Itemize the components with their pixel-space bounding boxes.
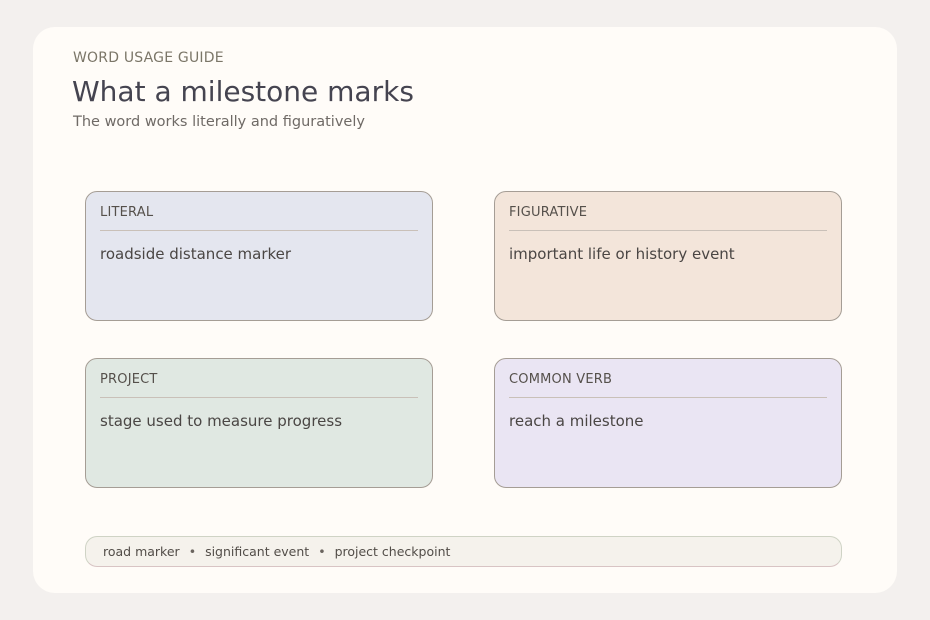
panel-label: FIGURATIVE — [509, 205, 588, 220]
separator-dot: • — [318, 544, 326, 559]
page-title: What a milestone marks — [72, 75, 414, 108]
panel-literal: LITERAL roadside distance marker — [85, 191, 433, 321]
panel-label: PROJECT — [100, 372, 158, 387]
panel-figurative: FIGURATIVE important life or history eve… — [494, 191, 842, 321]
panel-divider — [100, 397, 418, 398]
summary-item: project checkpoint — [334, 544, 451, 559]
panel-text: reach a milestone — [509, 412, 644, 430]
panel-text: stage used to measure progress — [100, 412, 343, 430]
panel-divider — [509, 230, 827, 231]
panel-label: LITERAL — [100, 205, 154, 220]
panel-project: PROJECT stage used to measure progress — [85, 358, 433, 488]
usage-card: WORD USAGE GUIDE What a milestone marks … — [33, 27, 897, 593]
panel-label: COMMON VERB — [509, 372, 613, 387]
panel-text: important life or history event — [509, 245, 735, 263]
panel-text: roadside distance marker — [100, 245, 292, 263]
panel-divider — [509, 397, 827, 398]
summary-strip: road marker • significant event • projec… — [85, 536, 842, 567]
eyebrow-label: WORD USAGE GUIDE — [73, 50, 224, 66]
page-subtitle: The word works literally and figurativel… — [73, 114, 365, 130]
panel-common-verb: COMMON VERB reach a milestone — [494, 358, 842, 488]
separator-dot: • — [188, 544, 197, 559]
summary-item: road marker — [103, 544, 180, 559]
summary-item: significant event — [205, 544, 310, 559]
panel-divider — [100, 230, 418, 231]
